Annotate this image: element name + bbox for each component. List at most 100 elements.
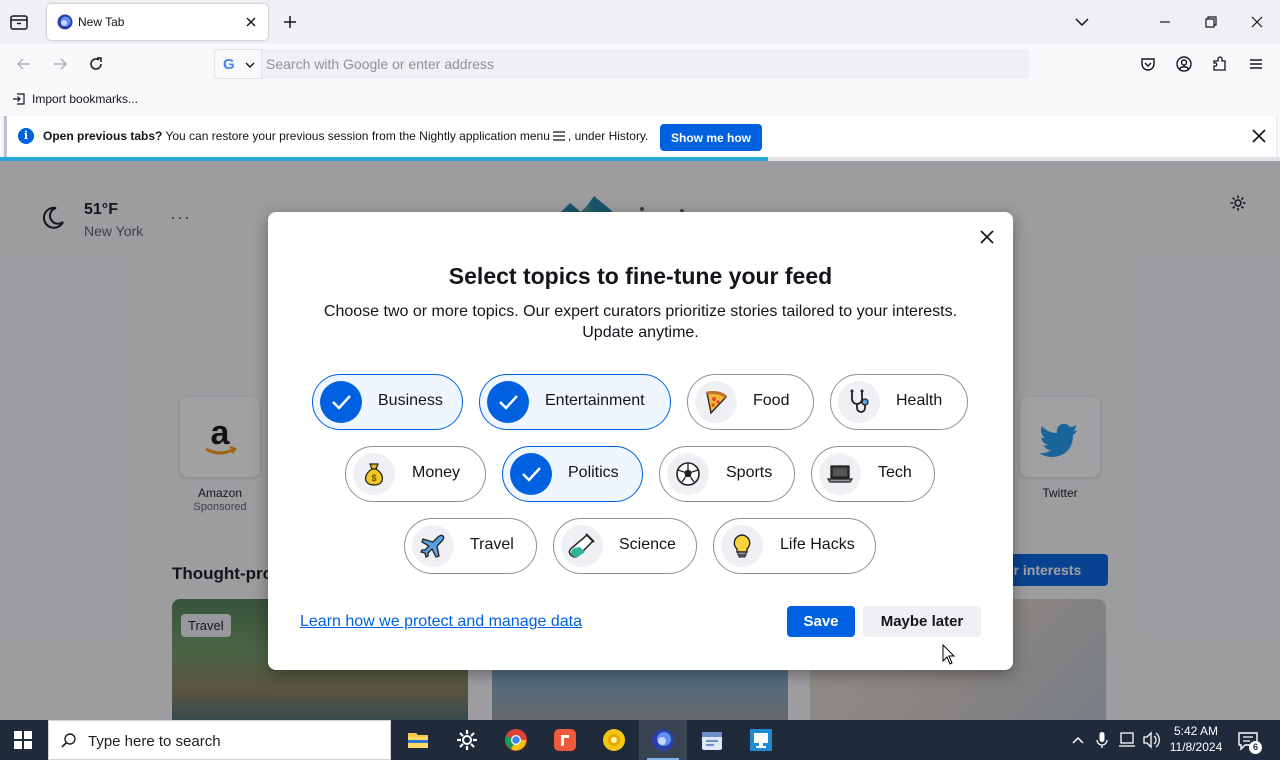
restore-icon[interactable] xyxy=(1201,12,1221,32)
stethoscope-icon xyxy=(838,381,880,423)
folder-icon xyxy=(408,733,428,748)
navigation-toolbar: G xyxy=(0,44,1280,84)
taskbar-app-red[interactable] xyxy=(541,720,589,760)
check-icon xyxy=(487,381,529,423)
topic-label: Entertainment xyxy=(545,392,645,409)
dialog-title: Select topics to fine-tune your feed xyxy=(448,263,833,289)
notification-bold-text: Open previous tabs? xyxy=(43,129,163,143)
restore-session-notification: i Open previous tabs? You can restore yo… xyxy=(4,116,1276,159)
forward-arrow-icon[interactable] xyxy=(51,55,69,73)
windows-start-icon[interactable] xyxy=(14,731,32,749)
system-clock[interactable]: 5:42 AM 11/8/2024 xyxy=(1160,723,1232,755)
topic-travel[interactable]: Travel xyxy=(404,518,537,574)
notification-message: Open previous tabs? You can restore your… xyxy=(43,129,648,143)
topic-food[interactable]: Food xyxy=(687,374,814,430)
extensions-puzzle-icon[interactable] xyxy=(1211,55,1229,73)
topic-label: Business xyxy=(378,392,443,409)
topic-label: Sports xyxy=(726,464,773,481)
tab-new-tab[interactable]: New Tab xyxy=(47,4,268,40)
app-red-icon xyxy=(554,729,576,751)
chevron-down-icon xyxy=(245,62,255,68)
url-input[interactable] xyxy=(266,49,1026,79)
taskbar-search-box[interactable]: Type here to search xyxy=(48,720,391,760)
topic-label: Travel xyxy=(470,536,514,553)
taskbar-chrome[interactable] xyxy=(492,720,540,760)
close-dialog-icon[interactable] xyxy=(978,228,996,246)
taskbar-file-explorer[interactable] xyxy=(394,720,442,760)
tab-bar: New Tab xyxy=(0,0,1280,44)
topic-politics[interactable]: Politics xyxy=(502,446,643,502)
privacy-learn-more-link[interactable]: Learn how we protect and manage data xyxy=(300,613,582,631)
save-button[interactable]: Save xyxy=(787,606,855,637)
google-g-icon: G xyxy=(223,56,235,73)
taskbar-app-remote[interactable] xyxy=(737,720,785,760)
settings-gear-icon xyxy=(457,730,477,750)
microphone-icon[interactable] xyxy=(1094,720,1110,760)
taskbar-firefox-nightly[interactable] xyxy=(639,720,687,760)
hamburger-menu-icon[interactable] xyxy=(1247,55,1265,73)
taskbar-settings[interactable] xyxy=(443,720,491,760)
new-tab-plus-icon[interactable] xyxy=(281,13,299,31)
notification-count-badge: 6 xyxy=(1249,741,1262,754)
mouse-pointer-icon xyxy=(942,644,956,665)
chrome-icon xyxy=(505,729,527,751)
list-all-tabs-chevron-icon[interactable] xyxy=(1072,12,1092,32)
topic-sports[interactable]: Sports xyxy=(659,446,795,502)
taskbar-app-yellow[interactable] xyxy=(590,720,638,760)
address-bar: G xyxy=(214,49,1030,79)
account-icon[interactable] xyxy=(1175,55,1193,73)
taskbar-app-calendar[interactable] xyxy=(688,720,736,760)
topic-label: Science xyxy=(619,536,676,553)
network-icon[interactable] xyxy=(1118,720,1136,760)
topic-label: Politics xyxy=(568,464,619,481)
topic-label: Money xyxy=(412,464,461,481)
show-me-how-button[interactable]: Show me how xyxy=(660,124,762,151)
import-icon xyxy=(13,93,25,105)
check-icon xyxy=(510,453,552,495)
money-bag-icon: $ xyxy=(353,453,395,495)
topic-entertainment[interactable]: Entertainment xyxy=(479,374,671,430)
notification-text: You can restore your previous session fr… xyxy=(162,129,550,143)
tab-overview-icon[interactable] xyxy=(8,11,30,33)
test-tube-icon xyxy=(561,525,603,567)
close-notification-icon[interactable] xyxy=(1250,127,1268,145)
dialog-subtitle-line1: Choose two or more topics. Our expert cu… xyxy=(323,303,958,320)
topic-label: Tech xyxy=(878,464,912,481)
topic-label: Life Hacks xyxy=(780,536,855,553)
topic-health[interactable]: Health xyxy=(830,374,968,430)
topic-label: Health xyxy=(896,392,943,409)
clock-time: 5:42 AM xyxy=(1173,724,1219,738)
lightbulb-icon xyxy=(721,525,763,567)
topic-business[interactable]: Business xyxy=(312,374,463,430)
pocket-icon[interactable] xyxy=(1139,55,1157,73)
pizza-icon xyxy=(695,381,737,423)
application-menu-icon xyxy=(552,131,565,141)
topic-tech[interactable]: Tech xyxy=(811,446,935,502)
search-icon xyxy=(61,733,76,748)
dialog-subtitle-line2: Update anytime. xyxy=(582,324,699,341)
topic-label: Food xyxy=(753,392,790,409)
volume-icon[interactable] xyxy=(1142,720,1160,760)
minimize-icon[interactable] xyxy=(1155,12,1175,32)
close-tab-icon[interactable] xyxy=(243,14,259,30)
app-yellow-icon xyxy=(603,729,625,751)
close-window-icon[interactable] xyxy=(1247,12,1267,32)
tab-title: New Tab xyxy=(78,15,125,29)
check-icon xyxy=(320,381,362,423)
taskbar-search-placeholder: Type here to search xyxy=(88,733,221,750)
dialog-subtitle: Choose two or more topics. Our expert cu… xyxy=(308,301,973,343)
info-icon: i xyxy=(18,128,34,144)
topic-money[interactable]: $ Money xyxy=(345,446,486,502)
search-engine-selector[interactable]: G xyxy=(214,49,262,79)
topic-science[interactable]: Science xyxy=(553,518,697,574)
reload-icon[interactable] xyxy=(87,55,105,73)
remote-desktop-icon xyxy=(750,729,772,751)
maybe-later-button[interactable]: Maybe later xyxy=(863,606,981,637)
bookmarks-toolbar: Import bookmarks... xyxy=(0,84,1280,114)
topic-life-hacks[interactable]: Life Hacks xyxy=(713,518,876,574)
back-arrow-icon[interactable] xyxy=(15,55,33,73)
show-hidden-icons-chevron-icon[interactable] xyxy=(1070,720,1086,760)
calendar-tool-icon xyxy=(702,732,722,750)
airplane-icon xyxy=(412,525,454,567)
nightly-logo-icon xyxy=(57,14,73,30)
